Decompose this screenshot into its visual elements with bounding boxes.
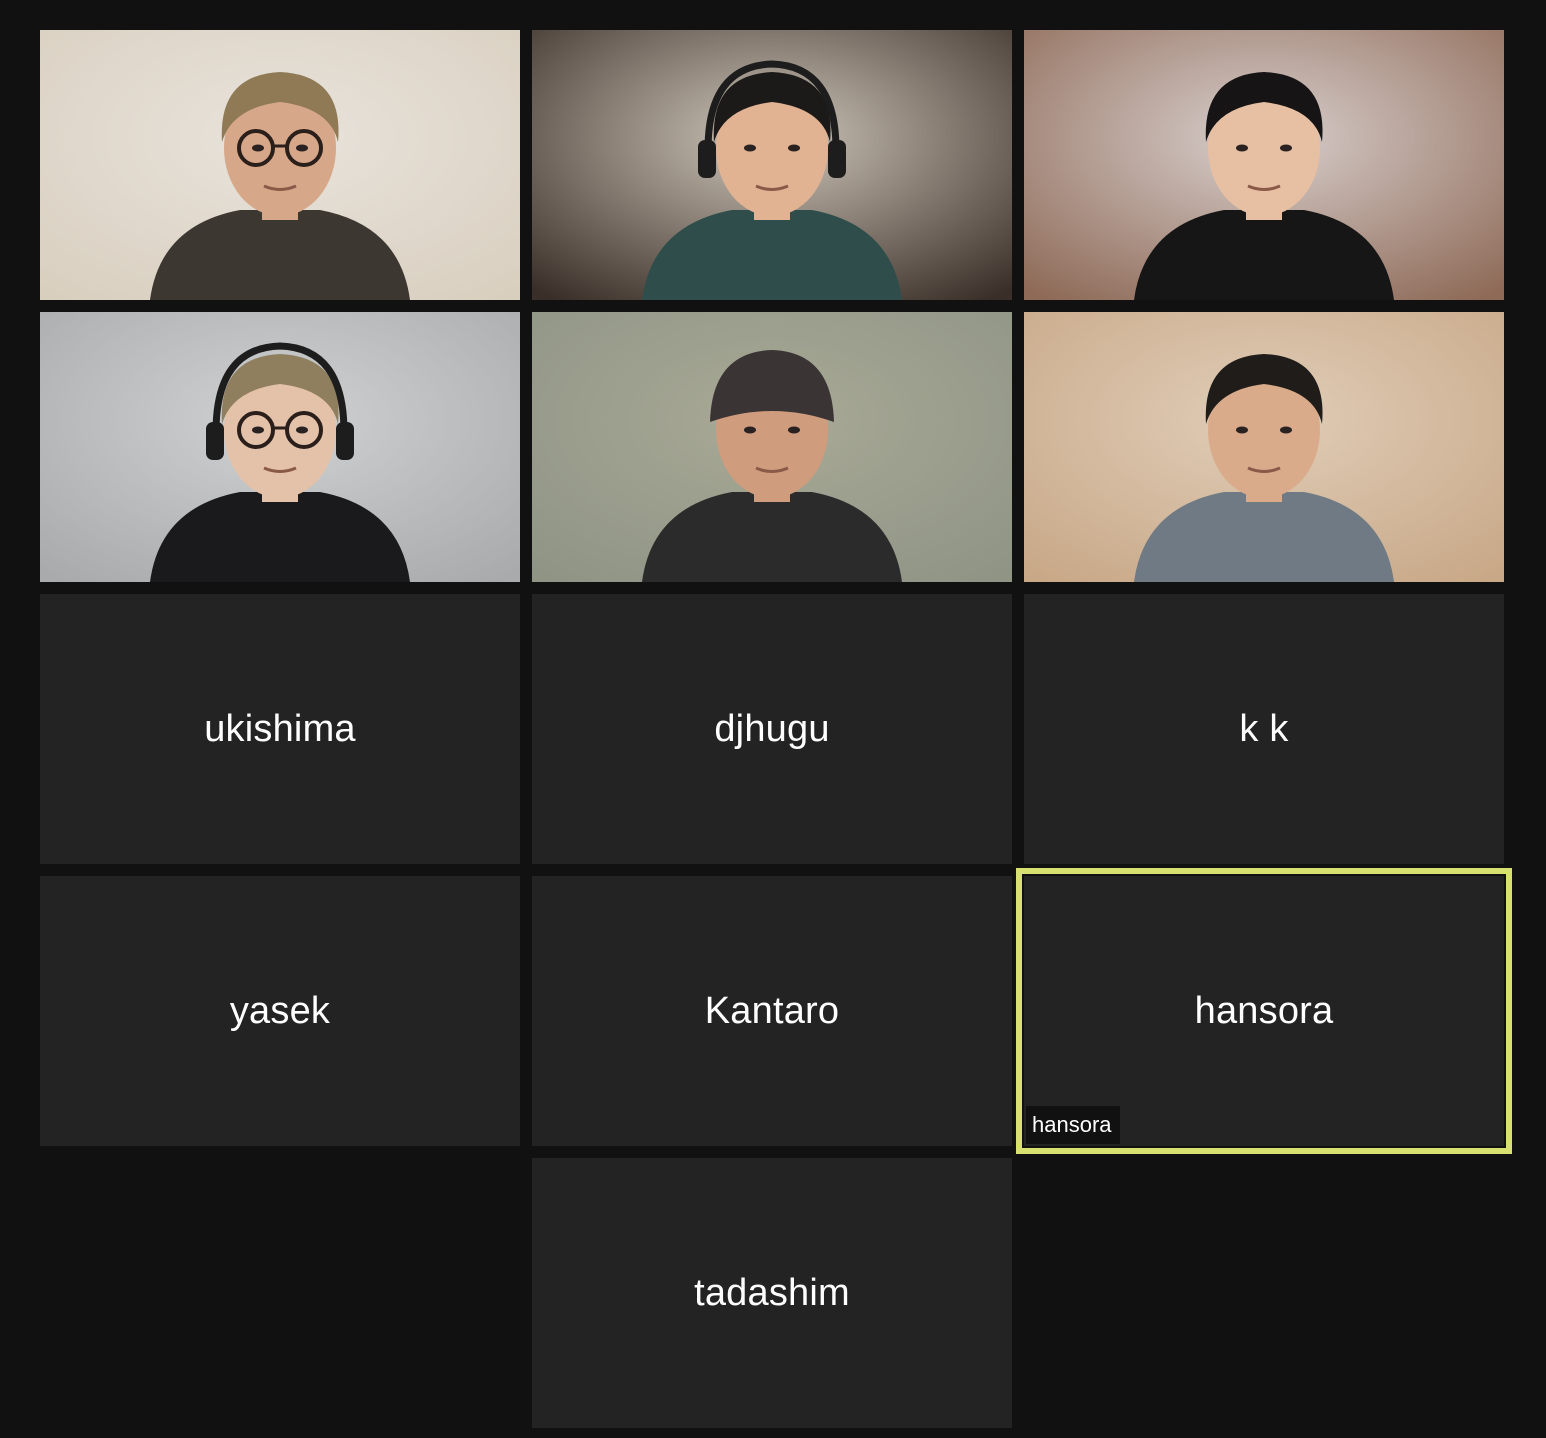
participant-name: Kantaro (704, 989, 840, 1032)
headphones-left-cup (698, 140, 716, 178)
person-eye-left (744, 144, 756, 152)
participant-tile-djhugu[interactable]: djhugu (532, 594, 1012, 864)
person-eye-right (296, 426, 308, 434)
video-feed (532, 312, 1012, 582)
participant-tile-kantaro[interactable]: Kantaro (532, 876, 1012, 1146)
participant-video-tile-5[interactable] (532, 312, 1012, 582)
video-grid: ukishima djhugu k k yasek Kantaro hansor… (0, 0, 1546, 1438)
video-feed (1024, 30, 1504, 300)
person-eye-right (788, 144, 800, 152)
participant-name: k k (1239, 707, 1289, 750)
participant-video-tile-2[interactable] (532, 30, 1012, 300)
participant-name: ukishima (204, 707, 356, 750)
participant-tile-kk[interactable]: k k (1024, 594, 1504, 864)
participant-video-tile-1[interactable] (40, 30, 520, 300)
video-feed (40, 30, 520, 300)
video-feed (1024, 312, 1504, 582)
participant-name: hansora (1194, 989, 1334, 1032)
participant-video-tile-3[interactable] (1024, 30, 1504, 300)
headphones-right-cup (828, 140, 846, 178)
participant-video-tile-4[interactable] (40, 312, 520, 582)
participant-video-tile-6[interactable] (1024, 312, 1504, 582)
person-eye-left (1236, 144, 1248, 152)
person-eye-right (1280, 144, 1292, 152)
participant-name: yasek (229, 989, 331, 1032)
person-eye-left (1236, 426, 1248, 434)
participant-tile-yasek[interactable]: yasek (40, 876, 520, 1146)
person-eye-left (252, 426, 264, 434)
participant-name: djhugu (714, 707, 830, 750)
participant-name-tag: hansora (1026, 1106, 1120, 1144)
person-eye-right (788, 426, 800, 434)
headphones-left-cup (206, 422, 224, 460)
person-eye-left (252, 144, 264, 152)
video-feed (532, 30, 1012, 300)
person-eye-right (1280, 426, 1292, 434)
participant-tile-hansora-active-speaker[interactable]: hansora hansora (1016, 868, 1512, 1154)
video-feed (40, 312, 520, 582)
headphones-right-cup (336, 422, 354, 460)
participant-tile-tadashim[interactable]: tadashim (532, 1158, 1012, 1428)
participant-tile-ukishima[interactable]: ukishima (40, 594, 520, 864)
person-eye-right (296, 144, 308, 152)
person-eye-left (744, 426, 756, 434)
participant-name: tadashim (694, 1271, 850, 1314)
